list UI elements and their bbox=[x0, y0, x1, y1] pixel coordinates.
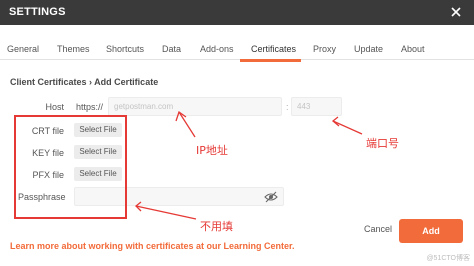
port-annotation: 端口号 bbox=[366, 137, 399, 150]
arrow-to-passphrase bbox=[135, 201, 197, 220]
watermark: @51CTO博客 bbox=[426, 255, 470, 262]
cancel-button[interactable]: Cancel bbox=[358, 224, 398, 238]
ip-annotation: IP地址 bbox=[196, 144, 228, 157]
learn-more-link[interactable]: Learn more about working with certificat… bbox=[10, 241, 295, 251]
add-button[interactable]: Add bbox=[399, 219, 463, 243]
arrow-to-port bbox=[331, 116, 363, 135]
optional-annotation: 不用填 bbox=[200, 220, 233, 233]
arrow-to-host bbox=[175, 110, 196, 138]
